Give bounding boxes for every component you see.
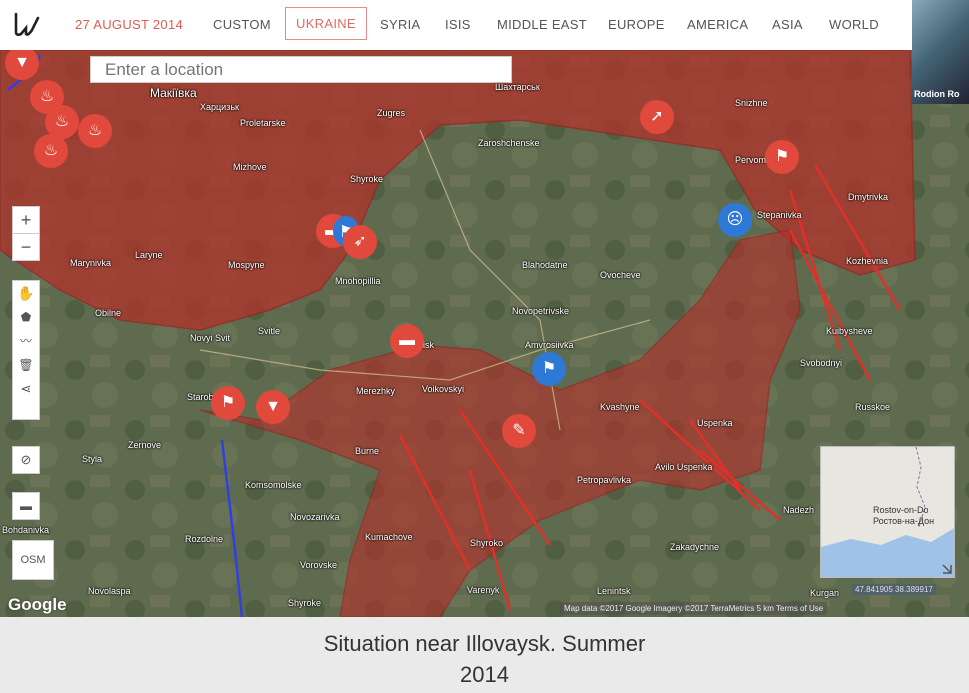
overview-minimap[interactable]: Rostov-on-Do Ростов-на-Дон [820,446,955,578]
flag-icon[interactable]: ⚑ [532,352,566,386]
place-label: Snizhne [735,98,768,108]
place-label: Uspenka [697,418,733,428]
tab-custom[interactable]: CUSTOM [213,17,271,32]
osm-layer-button[interactable]: OSM [12,540,54,580]
tab-ukraine[interactable]: UKRAINE [285,7,367,40]
date-link[interactable]: 27 AUGUST 2014 [75,17,183,32]
presenter-name: Rodion Ro [914,89,960,99]
ruler-icon[interactable]: ▬ [12,492,40,520]
draw-shape-icon[interactable]: ⬟ [13,305,39,329]
place-label: Mospyne [228,260,265,270]
top-navigation: 27 AUGUST 2014 CUSTOM UKRAINE SYRIA ISIS… [0,0,969,50]
tab-syria[interactable]: SYRIA [380,17,421,32]
zoom-in-button[interactable]: + [12,206,40,234]
place-label: Bohdanivka [2,525,50,535]
place-label: Zugres [377,108,406,118]
place-label: Vorovske [300,560,338,570]
logo-icon[interactable] [12,10,42,40]
map-view[interactable]: + − ✋ ⬟ 〰 🗑 ⋖ ⊘ ▬ OSM Макіївка Харцизьк … [0,50,969,617]
place-label: Nadezh [783,505,815,515]
place-label: Shyroko [470,538,504,548]
tab-world[interactable]: WORLD [829,17,879,32]
zoom-out-button[interactable]: − [12,233,40,261]
place-label: Svitle [258,326,281,336]
place-label: Kuibysheve [826,326,873,336]
minimap-city-en: Rostov-on-Do [873,505,929,515]
place-label: Zernove [128,440,162,450]
place-label: Rozdolne [185,534,224,544]
google-logo: Google [8,595,67,614]
place-label: Kozhevnia [846,256,889,266]
visibility-toggle-icon[interactable]: ⊘ [12,446,40,474]
place-label: Макіївка [150,86,197,100]
caption-line-1: Situation near Illovaysk. Summer [323,631,646,656]
tab-isis[interactable]: ISIS [445,17,471,32]
coordinates-readout: 47.841905 38.389917 [852,584,936,595]
rifle-icon[interactable]: ✎ [502,414,536,448]
place-label: Russkoe [855,402,891,412]
place-label: Avilo Uspenka [655,462,713,472]
place-label: Proletarske [240,118,286,128]
place-label: Stepanivka [757,210,802,220]
place-label: Komsomolske [245,480,302,490]
place-label: Харцизьк [200,102,239,112]
tab-america[interactable]: AMERICA [687,17,748,32]
place-label: Voikovskyi [422,384,465,394]
place-label: Kumachove [365,532,413,542]
place-label: Novozarivka [290,512,340,522]
place-label: Marynivka [70,258,112,268]
place-label: Petropavlivka [577,475,632,485]
place-label: Obilne [95,308,122,318]
place-label: Kurgan [810,588,840,598]
place-label: Lenintsk [597,586,631,596]
place-label: Novopetrivske [512,306,570,316]
place-label: Mnohopillia [335,276,381,286]
tank-icon[interactable]: ▬ [390,324,424,358]
caption-line-2: 2014 [460,662,509,687]
rocket-icon[interactable]: ➶ [343,225,377,259]
place-label: Merezhky [356,386,396,396]
place-label: Шахтарськ [495,82,540,92]
rocket-icon[interactable]: ▼ [256,390,290,424]
place-label: Zaroshchenske [478,138,540,148]
place-label: Shyroke [350,174,384,184]
webcam-overlay: Rodion Ro [912,0,969,104]
pan-hand-icon[interactable]: ✋ [13,281,39,305]
place-label: Burne [355,446,380,456]
minimap-city-ru: Ростов-на-Дон [873,516,935,526]
place-label: Ovochevе [600,270,641,280]
tab-europe[interactable]: EUROPE [608,17,665,32]
place-label: Svobodnyi [800,358,843,368]
place-label: Stylа [82,454,103,464]
place-label: Larynе [135,250,163,260]
draw-line-icon[interactable]: 〰 [13,329,39,353]
fire-icon[interactable]: ♨ [34,134,68,168]
place-label: Mizhove [233,162,267,172]
minimap-city-label: Rostov-on-Do Ростов-на-Дон [873,505,934,527]
place-label: Varenyk [467,585,500,595]
place-label: Novyi Svit [190,333,231,343]
place-label: Kvashyne [600,402,640,412]
flag-icon[interactable]: ⚑ [211,386,245,420]
fire-icon[interactable]: ♨ [78,114,112,148]
location-search-input[interactable] [103,57,507,83]
place-label: Shyroke [288,598,322,608]
drawing-tools: ✋ ⬟ 〰 🗑 ⋖ [12,280,40,420]
place-label: Amvrosiivka [525,340,574,350]
place-label: Zakadychne [670,542,720,552]
map-attribution[interactable]: Map data ©2017 Google Imagery ©2017 Terr… [560,602,828,615]
place-label: Blahodatne [522,260,568,270]
location-search[interactable] [90,56,512,83]
place-label: Dmytrivka [848,192,888,202]
delete-icon[interactable]: 🗑 [13,353,39,377]
tab-asia[interactable]: ASIA [772,17,803,32]
place-label: Novolaspa [88,586,131,596]
video-caption: Situation near Illovaysk. Summer 2014 [0,617,969,693]
rocket-icon[interactable]: ➚ [640,100,674,134]
tab-middle-east[interactable]: MIDDLE EAST [497,17,587,32]
flag-icon[interactable]: ⚑ [765,140,799,174]
sad-face-icon[interactable]: ☹ [718,203,752,237]
share-icon[interactable]: ⋖ [13,377,39,401]
